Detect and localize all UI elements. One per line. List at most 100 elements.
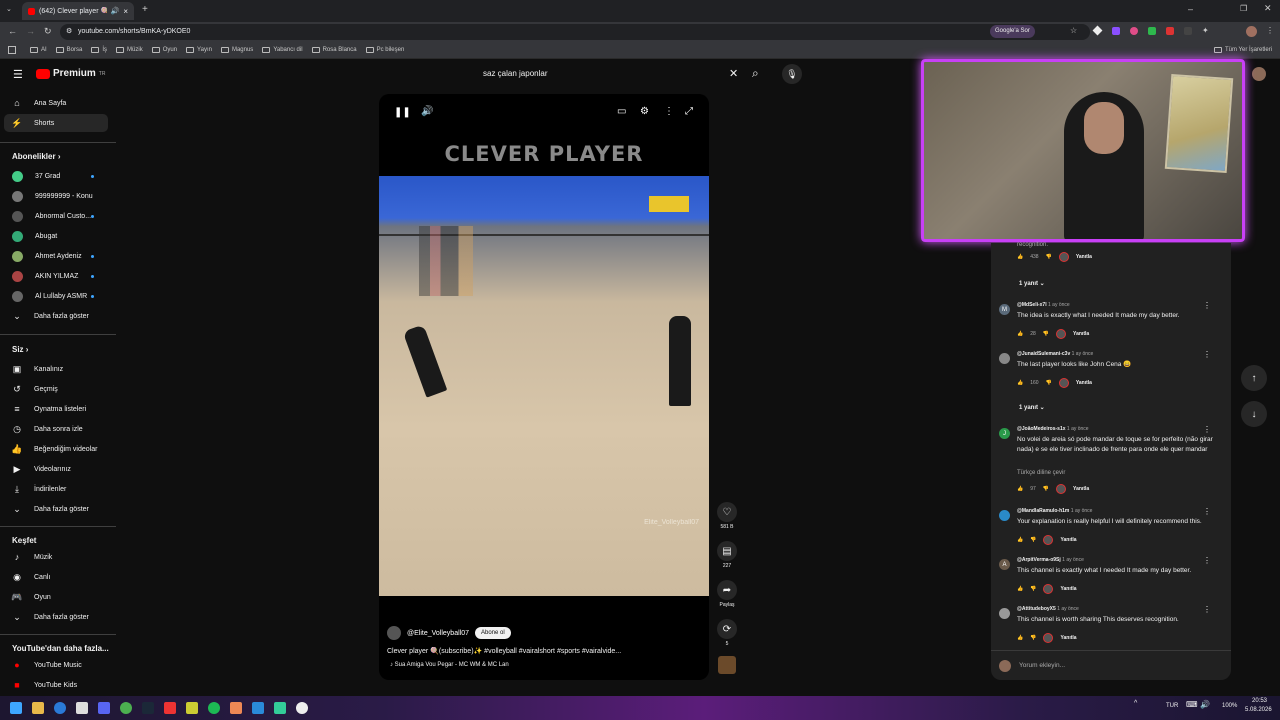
thumbs-down-icon[interactable]: 👎 [1043, 486, 1049, 492]
sidebar-subscription[interactable]: 37 Grad [4, 167, 108, 185]
settings-icon[interactable]: ⚙ [640, 106, 649, 117]
reply-button[interactable]: Yanıtla [1060, 586, 1076, 592]
comment-action[interactable]: ▤ 227 [717, 541, 737, 569]
extension-icon[interactable] [1092, 25, 1103, 36]
volume-icon[interactable]: 🔊 [421, 106, 433, 117]
extension-icon[interactable] [1166, 27, 1174, 35]
app-icon[interactable] [186, 702, 198, 714]
tab-close-icon[interactable]: × [123, 7, 128, 16]
comment-author[interactable]: @MdSeli-x7l 1 ay önce [1017, 302, 1070, 308]
sidebar-item-youtube-music[interactable]: ● YouTube Music [4, 656, 108, 674]
add-comment-bar[interactable]: Yorum ekleyin... [991, 650, 1231, 680]
more-options-icon[interactable]: ⋮ [664, 106, 674, 117]
sidebar-item-your-channel[interactable]: ▣ Kanalınız [4, 360, 108, 378]
sidebar-subscription[interactable]: AKIN YILMAZ [4, 267, 108, 285]
replies-toggle[interactable]: 1 yanıt ⌄ [1019, 280, 1045, 287]
bookmark-folder[interactable]: Borsa [55, 47, 82, 53]
comment-avatar[interactable] [999, 608, 1010, 619]
channel-handle[interactable]: @Elite_Volleyball07 [407, 630, 469, 637]
comment-avatar[interactable] [999, 353, 1010, 364]
comment-author[interactable]: @AttitudeboyX5 1 ay önce [1017, 606, 1079, 612]
spotify-icon[interactable] [208, 702, 220, 714]
all-bookmarks[interactable]: Tüm Yer İşaretleri [1214, 47, 1272, 53]
vscode-icon[interactable] [252, 702, 264, 714]
app-icon[interactable] [230, 702, 242, 714]
store-icon[interactable] [76, 702, 88, 714]
comment-menu-icon[interactable]: ⋮ [1203, 301, 1211, 310]
site-info-icon[interactable]: ⚙ [66, 24, 72, 40]
browser-tab[interactable]: (642) Clever player 🍭(sub... 🔊 × [22, 2, 134, 20]
speaker-icon[interactable]: 🔊 [1200, 700, 1210, 709]
bookmark-star-icon[interactable]: ☆ [1070, 26, 1077, 35]
start-icon[interactable] [10, 702, 22, 714]
sidebar-item-downloads[interactable]: ⤓ İndirilenler [4, 480, 108, 498]
minimize-button[interactable]: – [1188, 4, 1193, 14]
clock-time[interactable]: 20:53 [1252, 698, 1267, 704]
thumbs-up-icon[interactable]: 👍 [1017, 254, 1023, 260]
bookmark-folder[interactable]: Magnus [220, 47, 253, 53]
reply-button[interactable]: Yanıtla [1073, 486, 1089, 492]
search-icon[interactable]: ⌕ [752, 66, 759, 81]
bookmark-folder[interactable]: İş [91, 47, 107, 53]
extension-icon[interactable] [1184, 27, 1192, 35]
new-tab-button[interactable]: + [142, 4, 148, 15]
channel-avatar[interactable] [387, 626, 401, 640]
pause-icon[interactable]: ❚❚ [394, 107, 411, 118]
sidebar-item-home[interactable]: ⌂ Ana Sayfa [4, 94, 108, 112]
tab-audio-icon[interactable]: 🔊 [111, 7, 120, 15]
translate-link[interactable]: Türkçe diline çevir [1017, 468, 1213, 478]
bookmark-folder[interactable]: Rosa Blanca [311, 47, 357, 53]
comment-icon[interactable]: ▤ [717, 541, 737, 561]
discord-icon[interactable] [98, 702, 110, 714]
google-ask-button[interactable]: Google'a Sor [990, 25, 1035, 38]
tray-chevron-icon[interactable]: ^ [1134, 700, 1137, 707]
thumbs-down-icon[interactable]: 👎 [1030, 586, 1036, 592]
thumbs-down-icon[interactable]: 👎 [1046, 380, 1052, 386]
thumbs-down-icon[interactable]: 👎 [1046, 254, 1052, 260]
bookmark-folder[interactable]: Müzik [116, 47, 143, 53]
browser-menu-icon[interactable]: ⋮ [1266, 26, 1274, 35]
previous-short-button[interactable]: ↑ [1241, 365, 1267, 391]
sidebar-subscription[interactable]: Ahmet Aydeniz [4, 247, 108, 265]
comment-author[interactable]: @MandlaRamulo-h1m 1 ay önce [1017, 508, 1092, 514]
sound-thumbnail[interactable] [718, 656, 736, 674]
clear-search-icon[interactable]: ✕ [729, 67, 738, 80]
reply-button[interactable]: Yanıtla [1060, 537, 1076, 543]
sidebar-item-live[interactable]: ◉ Canlı [4, 568, 108, 586]
comment-menu-icon[interactable]: ⋮ [1203, 425, 1211, 434]
sidebar-item-playlists[interactable]: ≡ Oynatma listeleri [4, 400, 108, 418]
sidebar-item-liked-videos[interactable]: 👍 Beğendiğim videolar [4, 440, 108, 458]
show-more-explore[interactable]: ⌄ Daha fazla göster [4, 608, 108, 626]
thumbs-down-icon[interactable]: 👎 [1043, 331, 1049, 337]
thumbs-up-icon[interactable]: 👍 [1017, 635, 1023, 641]
video-frame[interactable]: Elite_Volleyball07 [379, 176, 709, 596]
comment-author[interactable]: @JoãoMedeiros-s1x 1 ay önce [1017, 426, 1089, 432]
next-short-button[interactable]: ↓ [1241, 401, 1267, 427]
extension-icon[interactable] [1148, 27, 1156, 35]
mic-icon[interactable]: 🎙 [782, 64, 802, 84]
profile-avatar[interactable] [1246, 26, 1257, 37]
forward-icon[interactable]: → [26, 26, 35, 36]
thumbs-up-icon[interactable]: 👍 [1017, 380, 1023, 386]
apps-icon[interactable] [8, 46, 16, 54]
heart-icon[interactable]: ♡ [717, 502, 737, 522]
subscriptions-header[interactable]: Abonelikler › [12, 152, 60, 161]
bookmark-folder[interactable]: Yayın [186, 47, 212, 53]
language-indicator[interactable]: TUR [1166, 703, 1178, 709]
reload-icon[interactable]: ↻ [44, 26, 52, 37]
share-action[interactable]: ➦ Paylaş [717, 580, 737, 608]
sidebar-item-watch-later[interactable]: ◷ Daha sonra izle [4, 420, 108, 438]
sidebar-item-history[interactable]: ↺ Geçmiş [4, 380, 108, 398]
comment-avatar[interactable] [999, 510, 1010, 521]
sidebar-item-music[interactable]: ♪ Müzik [4, 548, 108, 566]
comment-avatar[interactable]: J [999, 428, 1010, 439]
thumbs-up-icon[interactable]: 👍 [1017, 537, 1023, 543]
you-header[interactable]: Siz › [12, 345, 28, 354]
comment-avatar[interactable]: A [999, 559, 1010, 570]
comment-menu-icon[interactable]: ⋮ [1203, 350, 1211, 359]
reply-button[interactable]: Yanıtla [1060, 635, 1076, 641]
remix-action[interactable]: ⟳ 5 [717, 619, 737, 647]
short-description[interactable]: Clever player 🍭(subscribe)✨ #volleyball … [387, 647, 707, 655]
sidebar-item-your-videos[interactable]: ▶ Videolarınız [4, 460, 108, 478]
remix-icon[interactable]: ⟳ [717, 619, 737, 639]
